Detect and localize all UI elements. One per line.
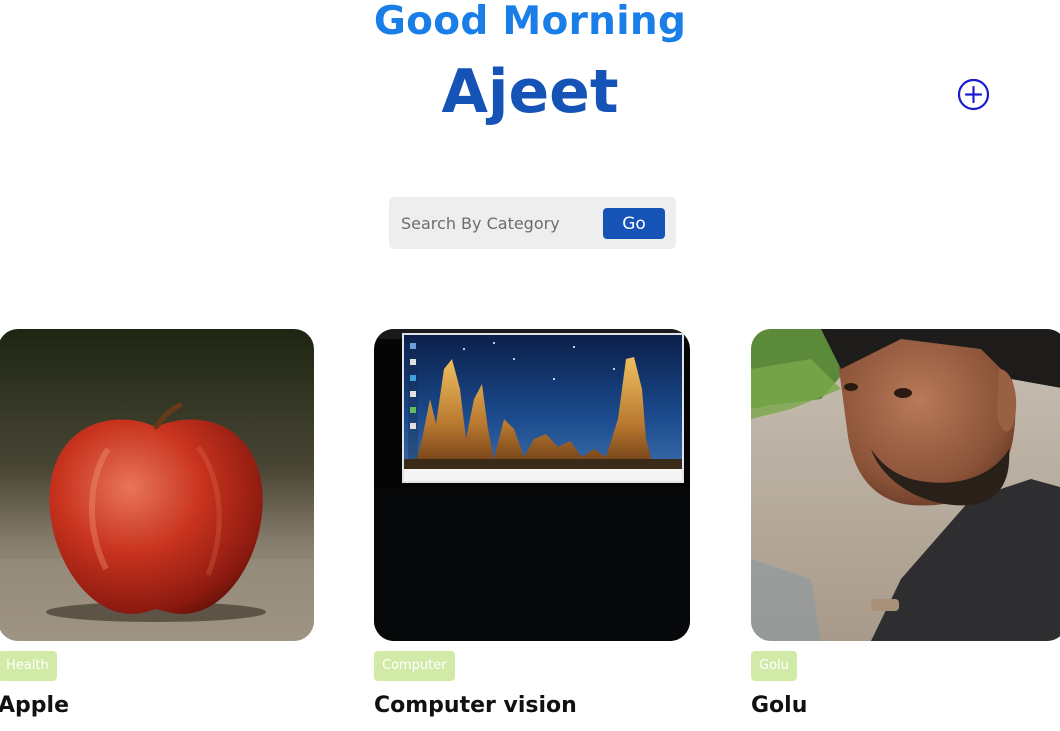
search-bar: Go: [389, 197, 676, 249]
post-card: Computer Computer vision: [374, 329, 690, 718]
page: Good Morning Ajeet Go: [0, 0, 1060, 731]
category-tag[interactable]: Golu: [751, 651, 797, 681]
post-image-computer[interactable]: [374, 329, 690, 641]
greeting-text: Good Morning: [373, 0, 687, 44]
go-button[interactable]: Go: [603, 208, 665, 239]
plus-circle-icon: [957, 78, 990, 111]
post-title[interactable]: Computer vision: [374, 691, 577, 721]
post-title[interactable]: Apple: [0, 691, 69, 721]
post-image-apple[interactable]: [0, 329, 314, 641]
post-card: Health Apple: [0, 329, 314, 718]
post-title[interactable]: Golu: [751, 691, 807, 721]
post-card: Golu Golu: [751, 329, 1060, 718]
username-heading: Ajeet: [441, 57, 619, 127]
post-image-golu[interactable]: [751, 329, 1060, 641]
category-tag[interactable]: Computer: [374, 651, 455, 681]
add-post-button[interactable]: [957, 78, 990, 111]
search-input[interactable]: [399, 209, 598, 237]
category-tag[interactable]: Health: [0, 651, 57, 681]
